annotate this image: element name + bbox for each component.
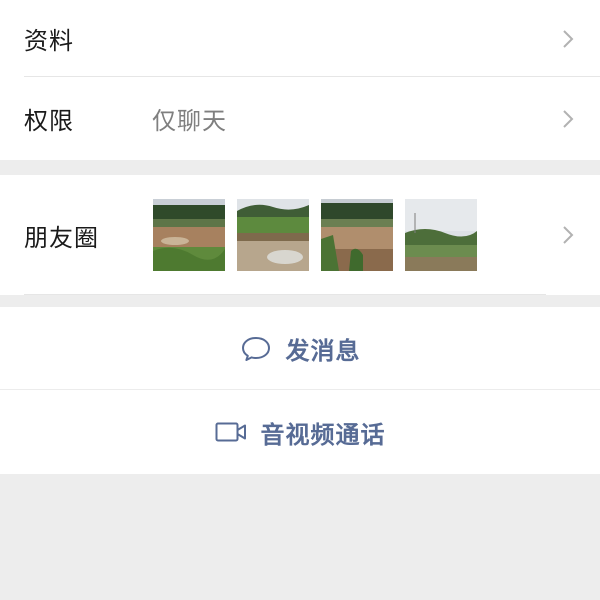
moments-thumbnail[interactable] bbox=[405, 199, 477, 271]
chevron-right-icon bbox=[563, 226, 574, 244]
chat-bubble-icon bbox=[241, 336, 270, 361]
profile-row[interactable]: 资料 bbox=[0, 0, 600, 77]
profile-label: 资料 bbox=[24, 27, 74, 55]
video-call-button[interactable]: 音视频通话 bbox=[0, 390, 600, 474]
moments-label: 朋友圈 bbox=[24, 223, 99, 252]
chevron-right-icon bbox=[563, 109, 574, 128]
moments-thumbnail[interactable] bbox=[237, 199, 309, 271]
actions-section: 发消息 音视频通话 bbox=[0, 307, 600, 474]
moments-thumbnail[interactable] bbox=[321, 199, 393, 271]
send-message-button[interactable]: 发消息 bbox=[0, 307, 600, 390]
moments-thumbnails bbox=[153, 199, 477, 271]
send-message-label: 发消息 bbox=[285, 337, 361, 365]
info-section: 资料 权限 仅聊天 bbox=[0, 0, 600, 160]
moments-thumbnail[interactable] bbox=[153, 199, 225, 271]
permission-label: 权限 bbox=[24, 107, 74, 135]
moments-row[interactable]: 朋友圈 bbox=[0, 175, 600, 295]
row-divider bbox=[24, 294, 546, 295]
video-call-label: 音视频通话 bbox=[260, 420, 386, 449]
contact-profile-page: 资料 权限 仅聊天 朋友圈 发消息 音视频通话 bbox=[0, 0, 600, 600]
moments-section: 朋友圈 bbox=[0, 175, 600, 295]
permission-row[interactable]: 权限 仅聊天 bbox=[0, 77, 600, 160]
video-camera-icon bbox=[215, 422, 246, 442]
chevron-right-icon bbox=[563, 29, 574, 48]
permission-value: 仅聊天 bbox=[152, 107, 227, 135]
